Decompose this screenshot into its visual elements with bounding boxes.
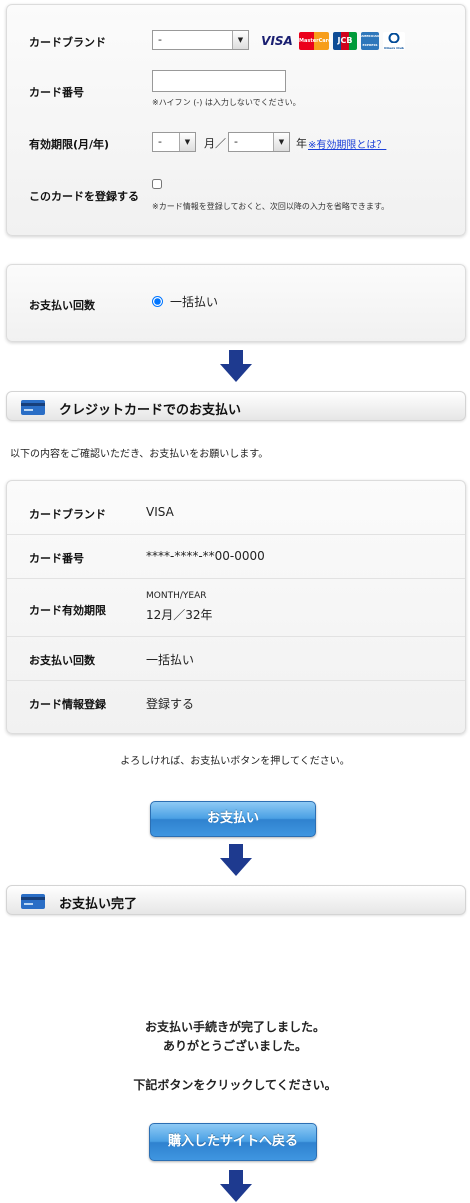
card-number-note: ※ハイフン (-) は入力しないでください。 — [152, 98, 301, 107]
expiry-year-unit: 年 — [296, 137, 307, 150]
summary-expiry-label: カード有効期限 — [29, 604, 106, 617]
arrow-down-icon — [220, 1170, 252, 1203]
summary-installments-label: お支払い回数 — [29, 654, 95, 667]
mastercard-logo-icon: MasterCard — [299, 32, 332, 50]
credit-card-payment-title: クレジットカードでのお支払い — [59, 403, 242, 418]
summary-row-expiry: カード有効期限 MONTH/YEAR 12月／32年 — [7, 579, 465, 637]
return-to-site-button[interactable]: 購入したサイトへ戻る — [149, 1123, 317, 1161]
expiry-month-unit: 月／ — [204, 137, 226, 150]
summary-row-register: カード情報登録 登録する — [7, 681, 465, 725]
credit-card-payment-header: クレジットカードでのお支払い — [6, 391, 466, 421]
expiry-year-select[interactable]: - ▼ — [228, 132, 290, 152]
summary-installments-value: 一括払い — [146, 653, 195, 667]
payment-complete-header: お支払い完了 — [6, 885, 466, 915]
arrow-down-icon — [220, 844, 252, 878]
chevron-down-icon: ▼ — [273, 133, 289, 151]
register-card-label: このカードを登録する — [29, 190, 139, 203]
installments-lump-sum-label: 一括払い — [170, 295, 219, 309]
installments-panel: お支払い回数 一括払い — [6, 264, 466, 342]
summary-expiry-caption: MONTH/YEAR — [146, 591, 207, 601]
credit-card-icon — [21, 400, 45, 415]
card-brand-select-value: - — [158, 33, 162, 46]
summary-expiry-value: 12月／32年 — [146, 608, 213, 622]
card-brand-select[interactable]: - ▼ — [152, 30, 249, 50]
confirm-intro-text: 以下の内容をご確認いただき、お支払いをお願いします。 — [10, 449, 269, 460]
confirm-prompt-text: よろしければ、お支払いボタンを押してください。 — [120, 756, 350, 767]
summary-row-number: カード番号 ****-****-**00-0000 — [7, 535, 465, 579]
summary-number-label: カード番号 — [29, 552, 84, 565]
complete-message-line2: ありがとうございました。 — [162, 1039, 307, 1053]
chevron-down-icon: ▼ — [179, 133, 195, 151]
credit-card-icon — [21, 894, 45, 909]
expiry-label: 有効期限(月/年) — [29, 138, 110, 151]
jcb-logo-icon: JCB — [333, 32, 357, 50]
chevron-down-icon: ▼ — [232, 31, 248, 49]
complete-message-line1: お支払い手続きが完了しました。 — [144, 1020, 325, 1034]
visa-logo-icon: VISA — [261, 34, 293, 48]
expiry-month-value: - — [158, 135, 162, 148]
amex-logo-icon: AMERICAN EXPRESS — [361, 32, 379, 50]
complete-instruction: 下記ボタンをクリックしてください。 — [133, 1078, 337, 1092]
expiry-year-value: - — [234, 135, 238, 148]
summary-row-brand: カードブランド VISA — [7, 491, 465, 535]
register-card-note: ※カード情報を登録しておくと、次回以降の入力を省略できます。 — [152, 202, 390, 211]
arrow-down-icon — [220, 350, 252, 384]
summary-brand-label: カードブランド — [29, 508, 106, 521]
installments-label: お支払い回数 — [29, 299, 95, 312]
summary-number-value: ****-****-**00-0000 — [146, 549, 265, 563]
expiry-help-link[interactable]: ※有効期限とは？ — [308, 136, 386, 151]
expiry-month-select[interactable]: - ▼ — [152, 132, 196, 152]
payment-summary-panel: カードブランド VISA カード番号 ****-****-**00-0000 カ… — [6, 480, 466, 734]
summary-brand-value: VISA — [146, 505, 174, 519]
card-form-panel: カードブランド - ▼ VISA MasterCard JCB AMERICAN… — [6, 4, 466, 236]
card-brand-label: カードブランド — [29, 36, 106, 49]
summary-row-installments: お支払い回数 一括払い — [7, 637, 465, 681]
installments-lump-sum-radio[interactable] — [152, 296, 163, 307]
register-card-checkbox[interactable] — [152, 179, 162, 189]
card-number-label: カード番号 — [29, 86, 84, 99]
summary-register-label: カード情報登録 — [29, 698, 106, 711]
payment-complete-title: お支払い完了 — [59, 897, 138, 912]
diners-logo-icon: Diners Club — [383, 32, 405, 50]
pay-button[interactable]: お支払い — [150, 801, 316, 837]
summary-register-value: 登録する — [146, 697, 195, 711]
card-number-input[interactable] — [152, 70, 286, 92]
